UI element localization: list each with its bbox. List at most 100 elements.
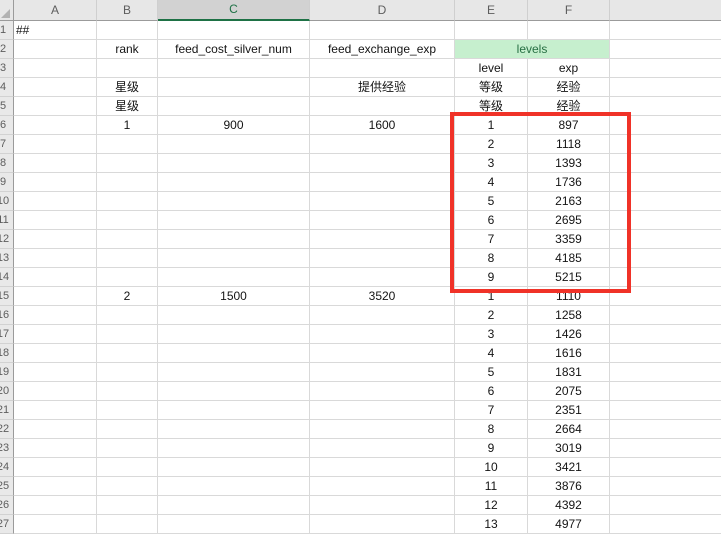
cell-E23[interactable]: 9	[455, 439, 528, 458]
row-header-1[interactable]: 1	[0, 21, 14, 40]
cell-F5[interactable]: 经验	[528, 97, 610, 116]
cell-A15[interactable]	[14, 287, 97, 306]
cell-G10[interactable]	[610, 192, 721, 211]
cell-A26[interactable]	[14, 496, 97, 515]
cell-C9[interactable]	[158, 173, 310, 192]
cell-G5[interactable]	[610, 97, 721, 116]
cell-D6[interactable]: 1600	[310, 116, 455, 135]
row-header-17[interactable]: 17	[0, 325, 14, 344]
row-header-27[interactable]: 27	[0, 515, 14, 534]
cell-D16[interactable]	[310, 306, 455, 325]
cell-C12[interactable]	[158, 230, 310, 249]
cell-F8[interactable]: 1393	[528, 154, 610, 173]
cell-D23[interactable]	[310, 439, 455, 458]
cell-B2[interactable]: rank	[97, 40, 158, 59]
cell-B6[interactable]: 1	[97, 116, 158, 135]
row-header-25[interactable]: 25	[0, 477, 14, 496]
cell-F23[interactable]: 3019	[528, 439, 610, 458]
cell-F26[interactable]: 4392	[528, 496, 610, 515]
cell-D26[interactable]	[310, 496, 455, 515]
cell-B16[interactable]	[97, 306, 158, 325]
cell-F13[interactable]: 4185	[528, 249, 610, 268]
cell-G9[interactable]	[610, 173, 721, 192]
cell-D9[interactable]	[310, 173, 455, 192]
cell-B24[interactable]	[97, 458, 158, 477]
cell-G16[interactable]	[610, 306, 721, 325]
cell-A21[interactable]	[14, 401, 97, 420]
cell-D21[interactable]	[310, 401, 455, 420]
cell-A23[interactable]	[14, 439, 97, 458]
cell-B5[interactable]: 星级	[97, 97, 158, 116]
cell-A2[interactable]	[14, 40, 97, 59]
column-header-A[interactable]: A	[14, 0, 97, 21]
cell-E17[interactable]: 3	[455, 325, 528, 344]
cell-E15[interactable]: 1	[455, 287, 528, 306]
cell-G3[interactable]	[610, 59, 721, 78]
cell-A22[interactable]	[14, 420, 97, 439]
cell-D7[interactable]	[310, 135, 455, 154]
cell-B23[interactable]	[97, 439, 158, 458]
cell-C8[interactable]	[158, 154, 310, 173]
row-header-20[interactable]: 20	[0, 382, 14, 401]
cell-C3[interactable]	[158, 59, 310, 78]
cell-G8[interactable]	[610, 154, 721, 173]
column-header-partial[interactable]	[610, 0, 721, 21]
column-header-E[interactable]: E	[455, 0, 528, 21]
cell-G11[interactable]	[610, 211, 721, 230]
cell-C6[interactable]: 900	[158, 116, 310, 135]
cell-B3[interactable]	[97, 59, 158, 78]
cell-G20[interactable]	[610, 382, 721, 401]
cell-D3[interactable]	[310, 59, 455, 78]
cell-C27[interactable]	[158, 515, 310, 534]
cell-G22[interactable]	[610, 420, 721, 439]
cell-F4[interactable]: 经验	[528, 78, 610, 97]
cell-F21[interactable]: 2351	[528, 401, 610, 420]
cell-F16[interactable]: 1258	[528, 306, 610, 325]
cell-B9[interactable]	[97, 173, 158, 192]
cell-G6[interactable]	[610, 116, 721, 135]
cell-A8[interactable]	[14, 154, 97, 173]
cell-A18[interactable]	[14, 344, 97, 363]
cell-F3[interactable]: exp	[528, 59, 610, 78]
row-header-8[interactable]: 8	[0, 154, 14, 173]
cell-F20[interactable]: 2075	[528, 382, 610, 401]
cell-C14[interactable]	[158, 268, 310, 287]
cell-B22[interactable]	[97, 420, 158, 439]
cell-D5[interactable]	[310, 97, 455, 116]
cell-E14[interactable]: 9	[455, 268, 528, 287]
cell-C4[interactable]	[158, 78, 310, 97]
cell-B26[interactable]	[97, 496, 158, 515]
cell-C20[interactable]	[158, 382, 310, 401]
cell-E7[interactable]: 2	[455, 135, 528, 154]
cell-E19[interactable]: 5	[455, 363, 528, 382]
cell-C10[interactable]	[158, 192, 310, 211]
cell-B19[interactable]	[97, 363, 158, 382]
cell-B15[interactable]: 2	[97, 287, 158, 306]
cell-C15[interactable]: 1500	[158, 287, 310, 306]
cell-B25[interactable]	[97, 477, 158, 496]
cell-D13[interactable]	[310, 249, 455, 268]
cell-G17[interactable]	[610, 325, 721, 344]
cell-C21[interactable]	[158, 401, 310, 420]
cell-B12[interactable]	[97, 230, 158, 249]
cell-B1[interactable]	[97, 21, 158, 40]
row-header-16[interactable]: 16	[0, 306, 14, 325]
row-header-13[interactable]: 13	[0, 249, 14, 268]
row-header-9[interactable]: 9	[0, 173, 14, 192]
cell-C11[interactable]	[158, 211, 310, 230]
row-header-2[interactable]: 2	[0, 40, 14, 59]
cell-B18[interactable]	[97, 344, 158, 363]
cell-A7[interactable]	[14, 135, 97, 154]
cell-E1[interactable]	[455, 21, 528, 40]
cell-F18[interactable]: 1616	[528, 344, 610, 363]
row-header-22[interactable]: 22	[0, 420, 14, 439]
column-header-C[interactable]: C	[158, 0, 310, 21]
cell-A4[interactable]	[14, 78, 97, 97]
cell-E4[interactable]: 等级	[455, 78, 528, 97]
column-header-B[interactable]: B	[97, 0, 158, 21]
cell-G25[interactable]	[610, 477, 721, 496]
cell-C24[interactable]	[158, 458, 310, 477]
cell-D4[interactable]: 提供经验	[310, 78, 455, 97]
cell-E6[interactable]: 1	[455, 116, 528, 135]
cell-E12[interactable]: 7	[455, 230, 528, 249]
